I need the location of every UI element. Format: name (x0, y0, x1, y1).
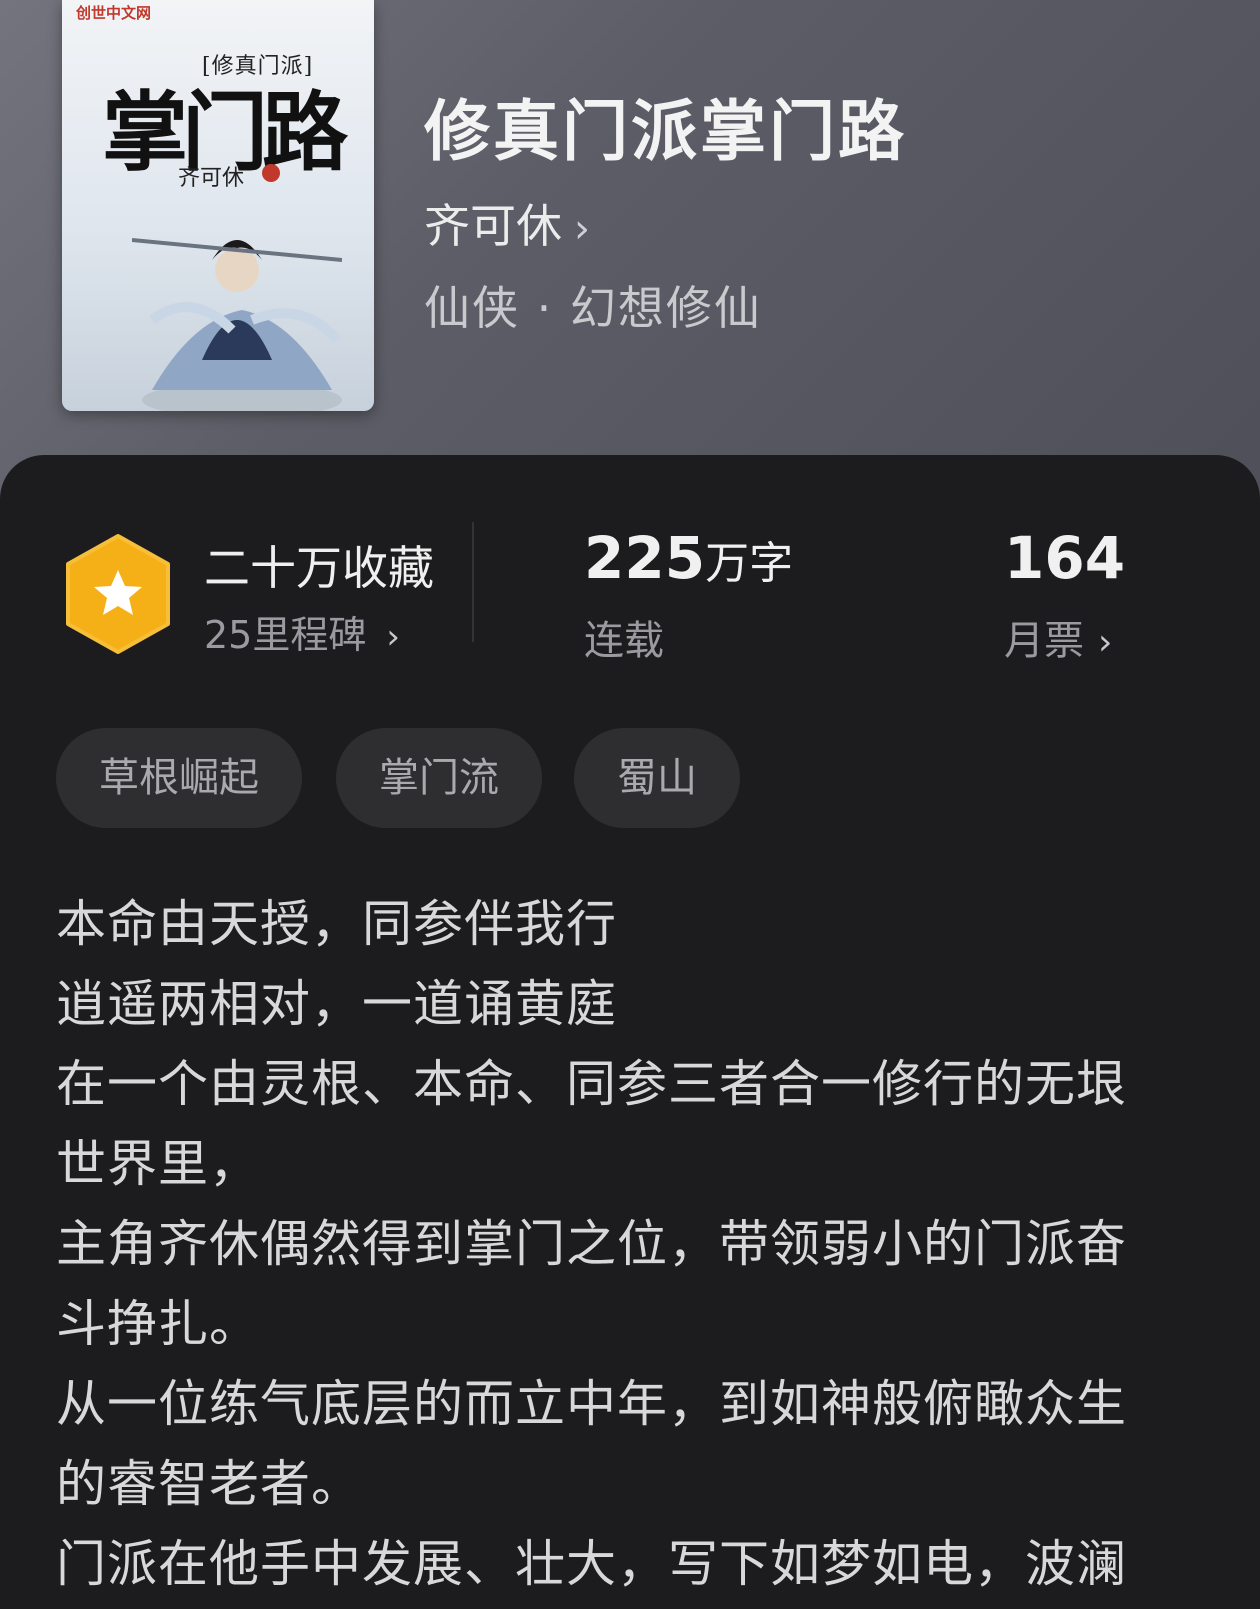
word-count-number: 225 (584, 524, 706, 592)
tag-chip[interactable]: 蜀山 (574, 728, 740, 828)
divider (472, 522, 474, 642)
chevron-right-icon: › (574, 206, 590, 252)
milestones-label: 25里程碑 (204, 613, 367, 657)
synopsis-line: 门派在他手中发展、壮大，写下如梦如电，波澜 (56, 1535, 1127, 1593)
chevron-right-icon: › (1098, 622, 1113, 663)
serial-status: 连载 (584, 618, 664, 664)
author-link[interactable]: 齐可休 › (424, 190, 590, 256)
monthly-votes-count: 164 (1004, 524, 1126, 592)
book-cover[interactable]: 创世中文网 [修真门派] 掌门路 齐可休 (62, 0, 374, 411)
chevron-right-icon: › (386, 617, 400, 657)
favorites-count: 二十万收藏 (204, 541, 434, 595)
star-hexagon-badge-icon[interactable] (62, 532, 174, 656)
book-header: 创世中文网 [修真门派] 掌门路 齐可休 修真门派掌门路 齐可休 › 仙侠 · 幻… (0, 0, 1260, 520)
synopsis-line: 本命由天授，同参伴我行 (56, 895, 617, 953)
monthly-votes-link[interactable]: 月票 › (1004, 608, 1112, 666)
author-name: 齐可休 (424, 199, 562, 253)
milestones-link[interactable]: 25里程碑 › (204, 604, 400, 659)
synopsis-line: 在一个由灵根、本命、同参三者合一修行的无垠 (56, 1055, 1127, 1113)
synopsis-line: 世界里， (56, 1135, 260, 1193)
synopsis-line: 从一位练气底层的而立中年，到如神般俯瞰众生 (56, 1375, 1127, 1433)
synopsis-line: 逍遥两相对，一道诵黄庭 (56, 975, 617, 1033)
genre-label: 仙侠 · 幻想修仙 (424, 281, 762, 335)
book-title: 修真门派掌门路 (424, 93, 907, 170)
synopsis[interactable]: 本命由天授，同参伴我行 逍遥两相对，一道诵黄庭 在一个由灵根、本命、同参三者合一… (56, 884, 1176, 1604)
tag-chip[interactable]: 草根崛起 (56, 728, 302, 828)
word-count: 225万字 (584, 524, 793, 592)
word-count-unit: 万字 (705, 538, 794, 589)
cover-author-text: 齐可休 (178, 166, 245, 191)
tag-chip[interactable]: 掌门流 (336, 728, 542, 828)
cover-illustration (132, 238, 342, 411)
synopsis-line: 的睿智老者。 (56, 1455, 362, 1513)
publisher-logo: 创世中文网 (76, 4, 152, 22)
synopsis-line: 斗挣扎。 (56, 1295, 260, 1353)
cover-seal-icon (262, 164, 280, 182)
synopsis-line: 主角齐休偶然得到掌门之位，带领弱小的门派奋 (56, 1215, 1127, 1273)
monthly-votes-label: 月票 (1004, 618, 1084, 664)
